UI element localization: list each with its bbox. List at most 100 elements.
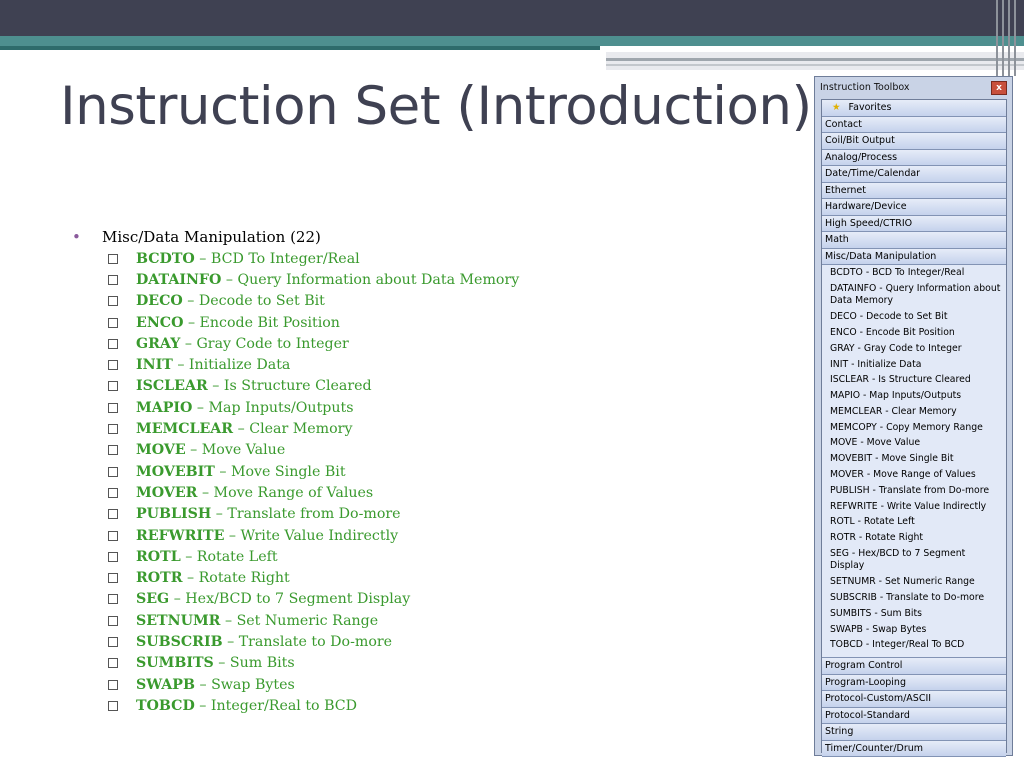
- instruction-description: – Move Range of Values: [197, 484, 374, 501]
- bullet-dot-icon: •: [72, 228, 81, 246]
- toolbox-category[interactable]: String: [822, 724, 1006, 741]
- toolbox-instruction-item[interactable]: REFWRITE - Write Value Indirectly: [822, 501, 1006, 514]
- instruction-description: – Query Information about Data Memory: [221, 271, 520, 288]
- toolbox-instruction-item[interactable]: SETNUMR - Set Numeric Range: [822, 576, 1006, 589]
- toolbox-instruction-item[interactable]: SUBSCRIB - Translate to Do-more: [822, 592, 1006, 605]
- instruction-code: MAPIO: [136, 399, 193, 416]
- toolbox-category[interactable]: Analog/Process: [822, 149, 1006, 166]
- instruction-list-item: ENCO – Encode Bit Position: [108, 312, 792, 333]
- toolbox-instruction-item[interactable]: BCDTO - BCD To Integer/Real: [822, 267, 1006, 280]
- instruction-list-item: MOVE – Move Value: [108, 440, 792, 461]
- header-stripe: [1008, 0, 1010, 76]
- header-band-teal: [0, 36, 1024, 46]
- instruction-list-item: MAPIO – Map Inputs/Outputs: [108, 397, 792, 418]
- favorites-label: Favorites: [848, 102, 892, 113]
- toolbox-instruction-item[interactable]: MOVEBIT - Move Single Bit: [822, 453, 1006, 466]
- toolbox-instruction-item[interactable]: ROTL - Rotate Left: [822, 516, 1006, 529]
- instruction-code: TOBCD: [136, 697, 195, 714]
- header-band-teal-shadow: [0, 46, 600, 50]
- instruction-code: DECO: [136, 293, 183, 310]
- toolbox-category[interactable]: Hardware/Device: [822, 199, 1006, 216]
- toolbox-category[interactable]: Ethernet: [822, 182, 1006, 199]
- close-icon[interactable]: x: [991, 81, 1007, 95]
- header-stripe: [1014, 0, 1016, 76]
- instruction-list-item: SWAPB – Swap Bytes: [108, 674, 792, 695]
- header-band-dark: [0, 0, 1024, 38]
- toolbox-category[interactable]: Protocol-Custom/ASCII: [822, 691, 1006, 708]
- instruction-list-item: SUMBITS – Sum Bits: [108, 653, 792, 674]
- instruction-code: DATAINFO: [136, 271, 222, 288]
- instruction-list-item: PUBLISH – Translate from Do-more: [108, 504, 792, 525]
- toolbox-instruction-item[interactable]: MAPIO - Map Inputs/Outputs: [822, 390, 1006, 403]
- toolbox-instruction-item[interactable]: ROTR - Rotate Right: [822, 532, 1006, 545]
- square-bullet-icon: [108, 317, 118, 328]
- toolbox-instruction-item[interactable]: ISCLEAR - Is Structure Cleared: [822, 374, 1006, 387]
- header-band-right: [606, 52, 1024, 70]
- instruction-description: – Encode Bit Position: [183, 314, 340, 331]
- toolbox-category[interactable]: Math: [822, 232, 1006, 249]
- toolbox-category[interactable]: Program-Looping: [822, 674, 1006, 692]
- instruction-code: MOVER: [136, 484, 198, 501]
- toolbox-instruction-item[interactable]: TOBCD - Integer/Real To BCD: [822, 639, 1006, 652]
- toolbox-category[interactable]: Contact: [822, 116, 1006, 133]
- instruction-code: PUBLISH: [136, 506, 212, 523]
- instruction-description: – Sum Bits: [213, 655, 295, 672]
- toolbox-category[interactable]: Timer/Counter/Drum: [822, 740, 1006, 758]
- header-band-right-line-2: [606, 64, 1024, 66]
- toolbox-instruction-item[interactable]: DATAINFO - Query Information about Data …: [822, 283, 1006, 308]
- toolbox-instruction-item[interactable]: SWAPB - Swap Bytes: [822, 624, 1006, 637]
- toolbox-instruction-item[interactable]: MOVE - Move Value: [822, 437, 1006, 450]
- toolbox-instruction-item[interactable]: SEG - Hex/BCD to 7 Segment Display: [822, 548, 1006, 573]
- toolbox-title: Instruction Toolbox: [820, 82, 910, 93]
- square-bullet-icon: [108, 274, 118, 285]
- instruction-description: – Rotate Left: [180, 548, 278, 565]
- instruction-description: – Integer/Real to BCD: [194, 697, 358, 714]
- toolbox-header: Instruction Toolbox x: [815, 77, 1012, 99]
- square-bullet-icon: [108, 487, 118, 498]
- toolbox-instruction-item[interactable]: INIT - Initialize Data: [822, 359, 1006, 372]
- toolbox-instruction-item[interactable]: PUBLISH - Translate from Do-more: [822, 485, 1006, 498]
- instruction-list-item: DATAINFO – Query Information about Data …: [108, 269, 792, 290]
- instruction-code: SWAPB: [136, 676, 195, 693]
- square-bullet-icon: [108, 636, 118, 647]
- instruction-code: INIT: [136, 357, 173, 374]
- toolbox-categories-bottom: Program Control Program-Looping Protocol-C…: [822, 658, 1006, 758]
- instruction-description: – Set Numeric Range: [220, 612, 379, 629]
- instruction-code: SETNUMR: [136, 612, 221, 629]
- square-bullet-icon: [108, 381, 118, 392]
- toolbox-category-favorites[interactable]: ★ Favorites: [822, 100, 1006, 117]
- toolbox-category[interactable]: Misc/Data Manipulation: [822, 248, 1006, 265]
- toolbox-category[interactable]: High Speed/CTRIO: [822, 215, 1006, 232]
- instruction-description: – Clear Memory: [233, 421, 353, 438]
- toolbox-category[interactable]: Protocol-Standard: [822, 707, 1006, 725]
- slide-content: • Misc/Data Manipulation (22) BCDTO – BC…: [72, 226, 792, 717]
- toolbox-category[interactable]: Coil/Bit Output: [822, 133, 1006, 150]
- toolbox-instruction-item[interactable]: MEMCOPY - Copy Memory Range: [822, 422, 1006, 435]
- square-bullet-icon: [108, 573, 118, 584]
- toolbox-instruction-item[interactable]: SUMBITS - Sum Bits: [822, 608, 1006, 621]
- instruction-list: BCDTO – BCD To Integer/Real DATAINFO – Qu…: [72, 248, 792, 717]
- instruction-description: – Is Structure Cleared: [207, 378, 372, 395]
- instruction-description: – Initialize Data: [172, 357, 291, 374]
- toolbox-instruction-item[interactable]: DECO - Decode to Set Bit: [822, 311, 1006, 324]
- instruction-description: – Map Inputs/Outputs: [192, 399, 354, 416]
- slide-title: Instruction Set (Introduction): [60, 76, 812, 137]
- instruction-description: – Hex/BCD to 7 Segment Display: [169, 591, 411, 608]
- toolbox-category[interactable]: Program Control: [822, 658, 1006, 675]
- toolbox-instruction-item[interactable]: ENCO - Encode Bit Position: [822, 327, 1006, 340]
- square-bullet-icon: [108, 551, 118, 562]
- square-bullet-icon: [108, 509, 118, 520]
- toolbox-expanded-items: BCDTO - BCD To Integer/Real DATAINFO - Qu…: [822, 265, 1006, 659]
- toolbox-instruction-item[interactable]: MEMCLEAR - Clear Memory: [822, 406, 1006, 419]
- square-bullet-icon: [108, 296, 118, 307]
- square-bullet-icon: [108, 679, 118, 690]
- instruction-list-item: BCDTO – BCD To Integer/Real: [108, 248, 792, 269]
- toolbox-instruction-item[interactable]: GRAY - Gray Code to Integer: [822, 343, 1006, 356]
- instruction-code: ISCLEAR: [136, 378, 208, 395]
- instruction-code: BCDTO: [136, 250, 195, 267]
- toolbox-instruction-item[interactable]: MOVER - Move Range of Values: [822, 469, 1006, 482]
- instruction-list-item: SETNUMR – Set Numeric Range: [108, 610, 792, 631]
- toolbox-category[interactable]: Date/Time/Calendar: [822, 166, 1006, 183]
- square-bullet-icon: [108, 700, 118, 711]
- star-icon: ★: [832, 102, 841, 113]
